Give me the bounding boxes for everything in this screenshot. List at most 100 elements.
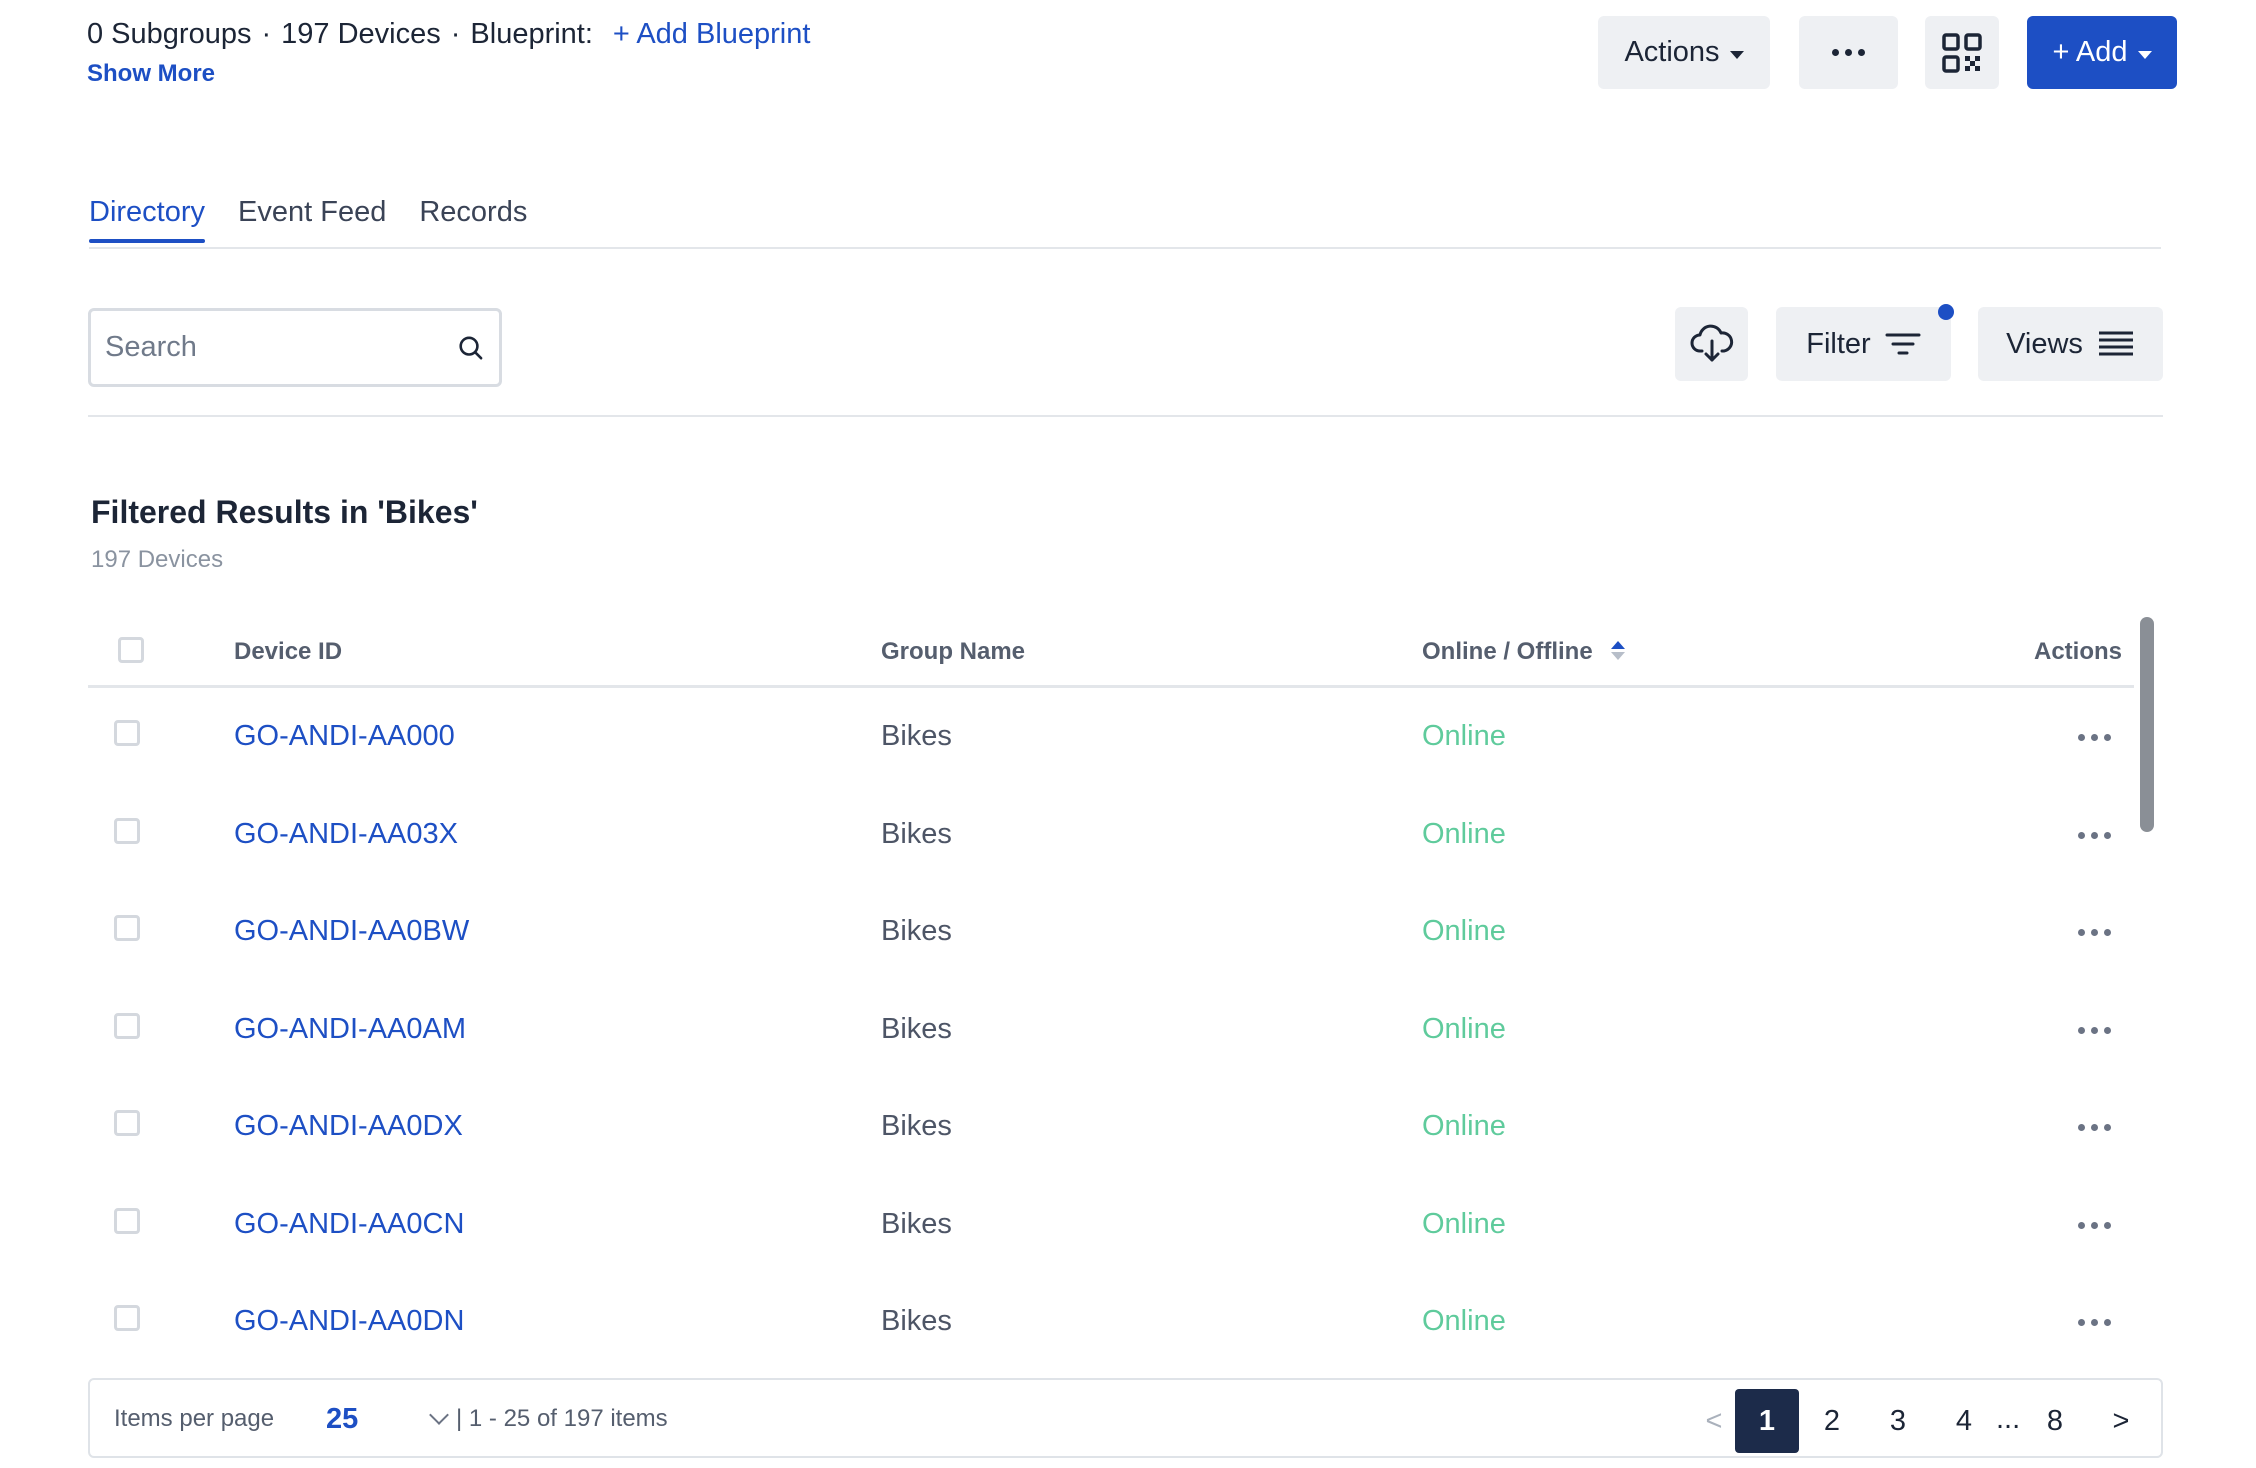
- search-input[interactable]: [105, 331, 458, 364]
- column-group-name[interactable]: Group Name: [881, 638, 1025, 666]
- search-box: [88, 308, 502, 387]
- row-actions-button[interactable]: [2064, 917, 2124, 947]
- more-horizontal-icon: [2077, 1318, 2111, 1326]
- row-checkbox[interactable]: [114, 915, 140, 941]
- row-actions-button[interactable]: [2064, 722, 2124, 752]
- views-label: Views: [2006, 327, 2083, 360]
- device-id-link[interactable]: GO-ANDI-AA0CN: [234, 1208, 464, 1241]
- pagination-ellipsis: ...: [1996, 1403, 2021, 1435]
- device-id-link[interactable]: GO-ANDI-AA0DN: [234, 1305, 464, 1338]
- tab-records[interactable]: Records: [419, 196, 527, 241]
- group-name-cell: Bikes: [881, 720, 952, 752]
- more-horizontal-icon: [2077, 1026, 2111, 1034]
- more-horizontal-icon: [2077, 831, 2111, 839]
- tab-event-feed[interactable]: Event Feed: [238, 196, 386, 241]
- group-name-cell: Bikes: [881, 1013, 952, 1045]
- filter-icon: [1885, 333, 1921, 355]
- table-row: GO-ANDI-AA0CN Bikes Online: [88, 1178, 2134, 1275]
- more-horizontal-icon: [2077, 928, 2111, 936]
- add-blueprint-link[interactable]: + Add Blueprint: [613, 18, 811, 51]
- group-summary: 0 Subgroups · 197 Devices · Blueprint: +…: [87, 18, 810, 51]
- row-checkbox[interactable]: [114, 1013, 140, 1039]
- download-button[interactable]: [1675, 307, 1748, 381]
- actions-label: Actions: [1624, 36, 1720, 68]
- row-checkbox[interactable]: [114, 720, 140, 746]
- show-more-link[interactable]: Show More: [87, 60, 215, 88]
- views-button[interactable]: Views: [1978, 307, 2163, 381]
- items-per-page-value: 25: [326, 1402, 359, 1435]
- qr-code-icon: [1942, 32, 1982, 73]
- pagination-bar: Items per page 25 | 1 - 25 of 197 items …: [88, 1378, 2163, 1458]
- row-checkbox[interactable]: [114, 1305, 140, 1331]
- tab-bar: Directory Event Feed Records: [89, 196, 527, 243]
- device-id-link[interactable]: GO-ANDI-AA000: [234, 720, 455, 753]
- more-options-button[interactable]: [1799, 16, 1898, 89]
- add-label: + Add: [2052, 36, 2128, 68]
- sort-icon[interactable]: [1610, 641, 1625, 660]
- caret-down-icon: [1729, 50, 1744, 59]
- group-name-cell: Bikes: [881, 1305, 952, 1337]
- toolbar-divider: [88, 415, 2163, 417]
- row-actions-button[interactable]: [2064, 1015, 2124, 1045]
- items-per-page-select[interactable]: 25: [326, 1400, 466, 1438]
- row-actions-button[interactable]: [2064, 1210, 2124, 1240]
- status-cell: Online: [1422, 818, 1506, 850]
- page-3-button[interactable]: 3: [1866, 1389, 1930, 1453]
- status-cell: Online: [1422, 720, 1506, 752]
- status-cell: Online: [1422, 1110, 1506, 1142]
- page-2-button[interactable]: 2: [1800, 1389, 1864, 1453]
- next-page-button[interactable]: >: [2089, 1389, 2153, 1453]
- filter-active-indicator: [1938, 304, 1954, 320]
- column-status-label: Online / Offline: [1422, 638, 1593, 665]
- separator-dot: ·: [261, 18, 272, 50]
- device-id-link[interactable]: GO-ANDI-AA0AM: [234, 1013, 466, 1046]
- devices-count: 197 Devices: [281, 18, 441, 50]
- page-4-button[interactable]: 4: [1932, 1389, 1996, 1453]
- more-horizontal-icon: [2077, 733, 2111, 741]
- scrollbar-thumb[interactable]: [2140, 617, 2154, 832]
- chevron-down-icon: [429, 1405, 449, 1425]
- blueprint-label: Blueprint:: [470, 18, 593, 50]
- more-horizontal-icon: [2077, 1123, 2111, 1131]
- page-8-button[interactable]: 8: [2023, 1389, 2087, 1453]
- table-row: GO-ANDI-AA0DX Bikes Online: [88, 1080, 2134, 1177]
- cloud-download-icon: [1690, 324, 1733, 362]
- list-icon: [2098, 331, 2133, 356]
- results-title: Filtered Results in 'Bikes': [91, 494, 478, 530]
- table-row: GO-ANDI-AA0DN Bikes Online: [88, 1275, 2134, 1372]
- filter-button[interactable]: Filter: [1776, 307, 1951, 381]
- tabs-divider: [89, 247, 2161, 249]
- column-status[interactable]: Online / Offline: [1422, 638, 1625, 666]
- add-dropdown-button[interactable]: + Add: [2027, 16, 2177, 89]
- group-name-cell: Bikes: [881, 818, 952, 850]
- select-all-checkbox[interactable]: [118, 637, 144, 663]
- results-count: 197 Devices: [91, 546, 224, 573]
- more-horizontal-icon: [1832, 49, 1865, 56]
- row-checkbox[interactable]: [114, 1110, 140, 1136]
- column-actions: Actions: [2033, 638, 2122, 665]
- table-row: GO-ANDI-AA0BW Bikes Online: [88, 885, 2134, 982]
- row-checkbox[interactable]: [114, 818, 140, 844]
- status-cell: Online: [1422, 1013, 1506, 1045]
- row-actions-button[interactable]: [2064, 1307, 2124, 1337]
- table-row: GO-ANDI-AA0AM Bikes Online: [88, 983, 2134, 1080]
- row-actions-button[interactable]: [2064, 1112, 2124, 1142]
- group-name-cell: Bikes: [881, 915, 952, 947]
- status-cell: Online: [1422, 1305, 1506, 1337]
- tab-directory[interactable]: Directory: [89, 196, 206, 243]
- page-1-button[interactable]: 1: [1735, 1389, 1799, 1453]
- device-id-link[interactable]: GO-ANDI-AA0DX: [234, 1110, 463, 1143]
- device-id-link[interactable]: GO-ANDI-AA03X: [234, 818, 458, 851]
- status-cell: Online: [1422, 1208, 1506, 1240]
- group-name-cell: Bikes: [881, 1110, 952, 1142]
- items-per-page-label: Items per page: [114, 1405, 275, 1432]
- row-checkbox[interactable]: [114, 1208, 140, 1234]
- table-row: GO-ANDI-AA03X Bikes Online: [88, 788, 2134, 885]
- search-icon[interactable]: [457, 333, 485, 363]
- column-device-id[interactable]: Device ID: [234, 638, 342, 666]
- qr-code-button[interactable]: [1925, 16, 1999, 89]
- status-cell: Online: [1422, 915, 1506, 947]
- row-actions-button[interactable]: [2064, 820, 2124, 850]
- actions-dropdown-button[interactable]: Actions: [1598, 16, 1770, 89]
- device-id-link[interactable]: GO-ANDI-AA0BW: [234, 915, 469, 948]
